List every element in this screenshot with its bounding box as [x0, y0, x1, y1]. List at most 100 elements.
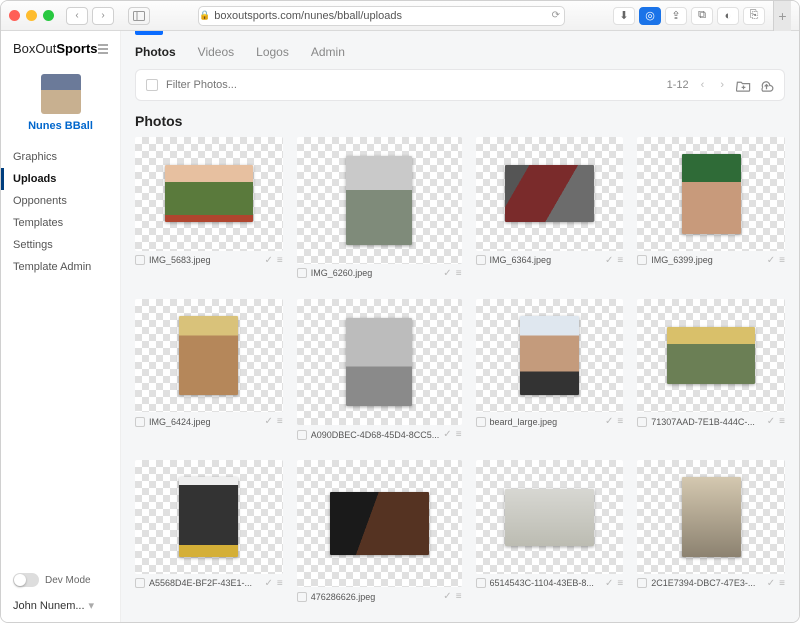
close-window-button[interactable] — [9, 10, 20, 21]
photo-thumbnail[interactable] — [476, 299, 624, 413]
more-icon[interactable]: ≡ — [456, 268, 462, 279]
photo-checkbox[interactable] — [637, 578, 647, 588]
approve-icon[interactable]: ✓ — [767, 416, 775, 427]
approve-icon[interactable]: ✓ — [605, 416, 613, 427]
more-icon[interactable]: ≡ — [456, 591, 462, 602]
new-tab-button[interactable]: + — [773, 1, 791, 31]
more-icon[interactable]: ≡ — [779, 416, 785, 427]
photo-checkbox[interactable] — [637, 417, 647, 427]
approve-icon[interactable]: ✓ — [265, 255, 273, 266]
photo-checkbox[interactable] — [476, 417, 486, 427]
approve-icon[interactable]: ✓ — [767, 255, 775, 266]
filter-input[interactable] — [166, 79, 659, 91]
tabs-icon[interactable]: ⧉ — [691, 7, 713, 25]
sidebar-item-uploads[interactable]: Uploads — [1, 168, 120, 190]
photo-checkbox[interactable] — [297, 430, 307, 440]
photo-checkbox[interactable] — [135, 578, 145, 588]
tab-logos[interactable]: Logos — [256, 45, 289, 59]
more-icon[interactable]: ≡ — [277, 416, 283, 427]
photo-thumbnail[interactable] — [476, 137, 624, 251]
more-icon[interactable]: ≡ — [617, 578, 623, 589]
photo-thumbnail[interactable] — [135, 299, 283, 413]
tab-videos[interactable]: Videos — [198, 45, 234, 59]
address-bar[interactable]: 🔒 boxoutsports.com/nunes/bball/uploads ⟳ — [198, 6, 565, 26]
sidebar-item-settings[interactable]: Settings — [1, 234, 120, 256]
sidebar-item-opponents[interactable]: Opponents — [1, 190, 120, 212]
photo-card[interactable]: 476286626.jpeg ✓ ≡ — [297, 460, 462, 608]
approve-icon[interactable]: ✓ — [605, 578, 613, 589]
approve-icon[interactable]: ✓ — [265, 416, 273, 427]
sidebar-item-templates[interactable]: Templates — [1, 212, 120, 234]
more-icon[interactable]: ≡ — [617, 416, 623, 427]
sidebar-toggle-button[interactable] — [128, 7, 150, 25]
more-icon[interactable]: ≡ — [456, 429, 462, 440]
sidebar-item-graphics[interactable]: Graphics — [1, 146, 120, 168]
photo-card[interactable]: IMG_6364.jpeg ✓ ≡ — [476, 137, 624, 285]
photo-thumbnail[interactable] — [297, 460, 462, 587]
approve-icon[interactable]: ✓ — [443, 268, 451, 279]
photo-card[interactable]: IMG_5683.jpeg ✓ ≡ — [135, 137, 283, 285]
approve-icon[interactable]: ✓ — [605, 255, 613, 266]
extension-icon[interactable]: ◎ — [639, 7, 661, 25]
more-icon[interactable]: ≡ — [617, 255, 623, 266]
share-icon[interactable]: ⇪ — [665, 7, 687, 25]
photo-card[interactable]: 71307AAD-7E1B-444C-... ✓ ≡ — [637, 299, 785, 447]
more-icon[interactable]: ≡ — [779, 255, 785, 266]
tab-photos[interactable]: Photos — [135, 45, 176, 59]
photo-checkbox[interactable] — [476, 578, 486, 588]
photo-thumbnail[interactable] — [297, 299, 462, 426]
photo-card[interactable]: IMG_6399.jpeg ✓ ≡ — [637, 137, 785, 285]
photo-caption: 71307AAD-7E1B-444C-... ✓ ≡ — [637, 416, 785, 427]
new-folder-button[interactable] — [736, 78, 751, 93]
photo-checkbox[interactable] — [135, 255, 145, 265]
approve-icon[interactable]: ✓ — [443, 429, 451, 440]
more-icon[interactable]: ≡ — [277, 578, 283, 589]
photo-thumbnail[interactable] — [297, 137, 462, 264]
photo-thumbnail[interactable] — [135, 460, 283, 574]
team-name[interactable]: Nunes BBall — [28, 120, 93, 132]
photo-thumbnail[interactable] — [637, 137, 785, 251]
photo-card[interactable]: A5568D4E-BF2F-43E1-... ✓ ≡ — [135, 460, 283, 608]
photo-thumbnail[interactable] — [135, 137, 283, 251]
more-icon[interactable]: ≡ — [779, 578, 785, 589]
copy-icon[interactable]: ⎘ — [743, 7, 765, 25]
sidebar-item-template-admin[interactable]: Template Admin — [1, 256, 120, 278]
download-icon[interactable]: ⬇ — [613, 7, 635, 25]
photo-checkbox[interactable] — [297, 268, 307, 278]
tab-admin[interactable]: Admin — [311, 45, 345, 59]
team-avatar[interactable] — [41, 74, 81, 114]
photo-checkbox[interactable] — [637, 255, 647, 265]
approve-icon[interactable]: ✓ — [265, 578, 273, 589]
select-all-checkbox[interactable] — [146, 79, 158, 91]
photo-thumbnail[interactable] — [476, 460, 624, 574]
photo-card[interactable]: 6514543C-1104-43EB-8... ✓ ≡ — [476, 460, 624, 608]
forward-button[interactable]: › — [92, 7, 114, 25]
approve-icon[interactable]: ✓ — [767, 578, 775, 589]
photo-checkbox[interactable] — [135, 417, 145, 427]
maximize-window-button[interactable] — [43, 10, 54, 21]
approve-icon[interactable]: ✓ — [443, 591, 451, 602]
back-button[interactable]: ‹ — [66, 7, 88, 25]
photo-card[interactable]: beard_large.jpeg ✓ ≡ — [476, 299, 624, 447]
toggle-switch[interactable] — [13, 573, 39, 587]
current-user[interactable]: John Nunem... ▾ — [13, 599, 108, 612]
next-page-button[interactable]: › — [716, 79, 728, 91]
photo-thumbnail[interactable] — [637, 460, 785, 574]
menu-icon[interactable] — [98, 44, 108, 54]
reload-icon[interactable]: ⟳ — [552, 10, 564, 21]
more-icon[interactable]: ≡ — [277, 255, 283, 266]
photo-caption: IMG_5683.jpeg ✓ ≡ — [135, 255, 283, 266]
upload-button[interactable] — [759, 78, 774, 93]
photo-card[interactable]: 2C1E7394-DBC7-47E3-... ✓ ≡ — [637, 460, 785, 608]
photo-checkbox[interactable] — [297, 592, 307, 602]
photo-checkbox[interactable] — [476, 255, 486, 265]
dev-mode-toggle[interactable]: Dev Mode — [13, 573, 108, 587]
contrast-icon[interactable]: ◐ — [717, 7, 739, 25]
photo-card[interactable]: A090DBEC-4D68-45D4-8CC5... ✓ ≡ — [297, 299, 462, 447]
photo-card[interactable]: IMG_6260.jpeg ✓ ≡ — [297, 137, 462, 285]
photo-card[interactable]: IMG_6424.jpeg ✓ ≡ — [135, 299, 283, 447]
prev-page-button[interactable]: ‹ — [697, 79, 709, 91]
photo-thumbnail[interactable] — [637, 299, 785, 413]
window-controls — [9, 10, 54, 21]
minimize-window-button[interactable] — [26, 10, 37, 21]
